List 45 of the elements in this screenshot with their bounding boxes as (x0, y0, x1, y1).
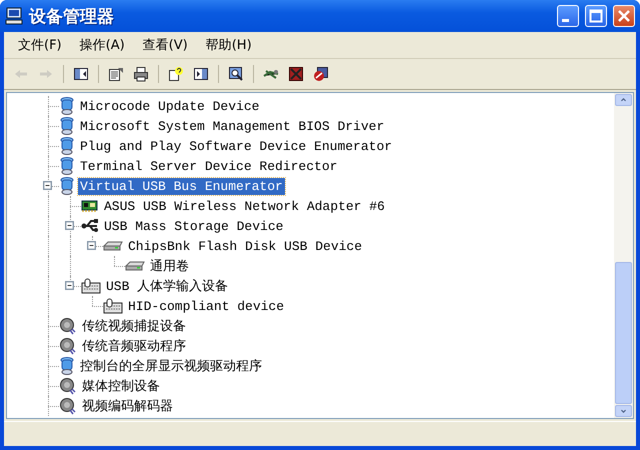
disk-drive-icon (103, 240, 123, 252)
maximize-icon (589, 9, 603, 23)
disk-drive-icon (125, 260, 145, 272)
collapse-icon[interactable] (65, 281, 74, 290)
maximize-button[interactable] (585, 5, 607, 27)
tree-item[interactable]: Microcode Update Device (78, 98, 262, 114)
collapse-icon[interactable] (65, 221, 74, 230)
scroll-down-button[interactable] (615, 405, 632, 417)
tree-item[interactable]: Terminal Server Device Redirector (78, 158, 340, 174)
tree-item[interactable]: USB Mass Storage Device (102, 218, 286, 234)
close-button[interactable] (613, 5, 635, 27)
menu-item[interactable]: 帮助(H) (198, 34, 260, 56)
tree-item[interactable]: 传统音频驱动程序 (80, 338, 188, 354)
window-title: 设备管理器 (29, 6, 115, 28)
scroll-up-button[interactable] (615, 94, 632, 106)
tree-item[interactable]: 通用卷 (148, 258, 191, 274)
tree-item[interactable]: USB 人体学输入设备 (104, 278, 230, 294)
tree-item[interactable]: Plug and Play Software Device Enumerator (78, 138, 394, 154)
scrollbar-thumb[interactable] (615, 262, 632, 404)
menu-item[interactable]: 查看(V) (134, 34, 196, 56)
collapse-icon[interactable] (87, 241, 96, 250)
computer-icon (5, 7, 23, 25)
keyboard-mouse-icon (103, 298, 123, 314)
tree-item[interactable]: Microsoft System Management BIOS Driver (78, 118, 386, 134)
tree-item[interactable]: 视频编码解码器 (80, 398, 175, 414)
tree-item[interactable]: 控制台的全屏显示视频驱动程序 (78, 358, 264, 374)
tree-item[interactable]: 媒体控制设备 (80, 378, 162, 394)
network-card-icon (81, 199, 99, 213)
usb-icon (81, 218, 99, 234)
menu-item[interactable]: 操作(A) (72, 34, 133, 56)
tree-item[interactable]: Virtual USB Bus Enumerator (78, 178, 285, 194)
speaker-icon (59, 337, 77, 355)
close-icon (617, 9, 631, 23)
menu-item[interactable]: 文件(F) (10, 34, 70, 56)
tree-item[interactable]: ChipsBnk Flash Disk USB Device (126, 238, 364, 254)
keyboard-mouse-icon (81, 278, 101, 294)
minimize-icon (562, 18, 568, 22)
speaker-icon (59, 397, 77, 415)
collapse-icon[interactable] (43, 181, 52, 190)
minimize-button[interactable] (557, 5, 579, 27)
tree-item[interactable]: HID-compliant device (126, 298, 286, 314)
speaker-icon (59, 317, 77, 335)
tree-item[interactable]: 传统视频捕捉设备 (80, 318, 188, 334)
tree-item[interactable]: ASUS USB Wireless Network Adapter #6 (102, 198, 387, 214)
speaker-icon (59, 377, 77, 395)
